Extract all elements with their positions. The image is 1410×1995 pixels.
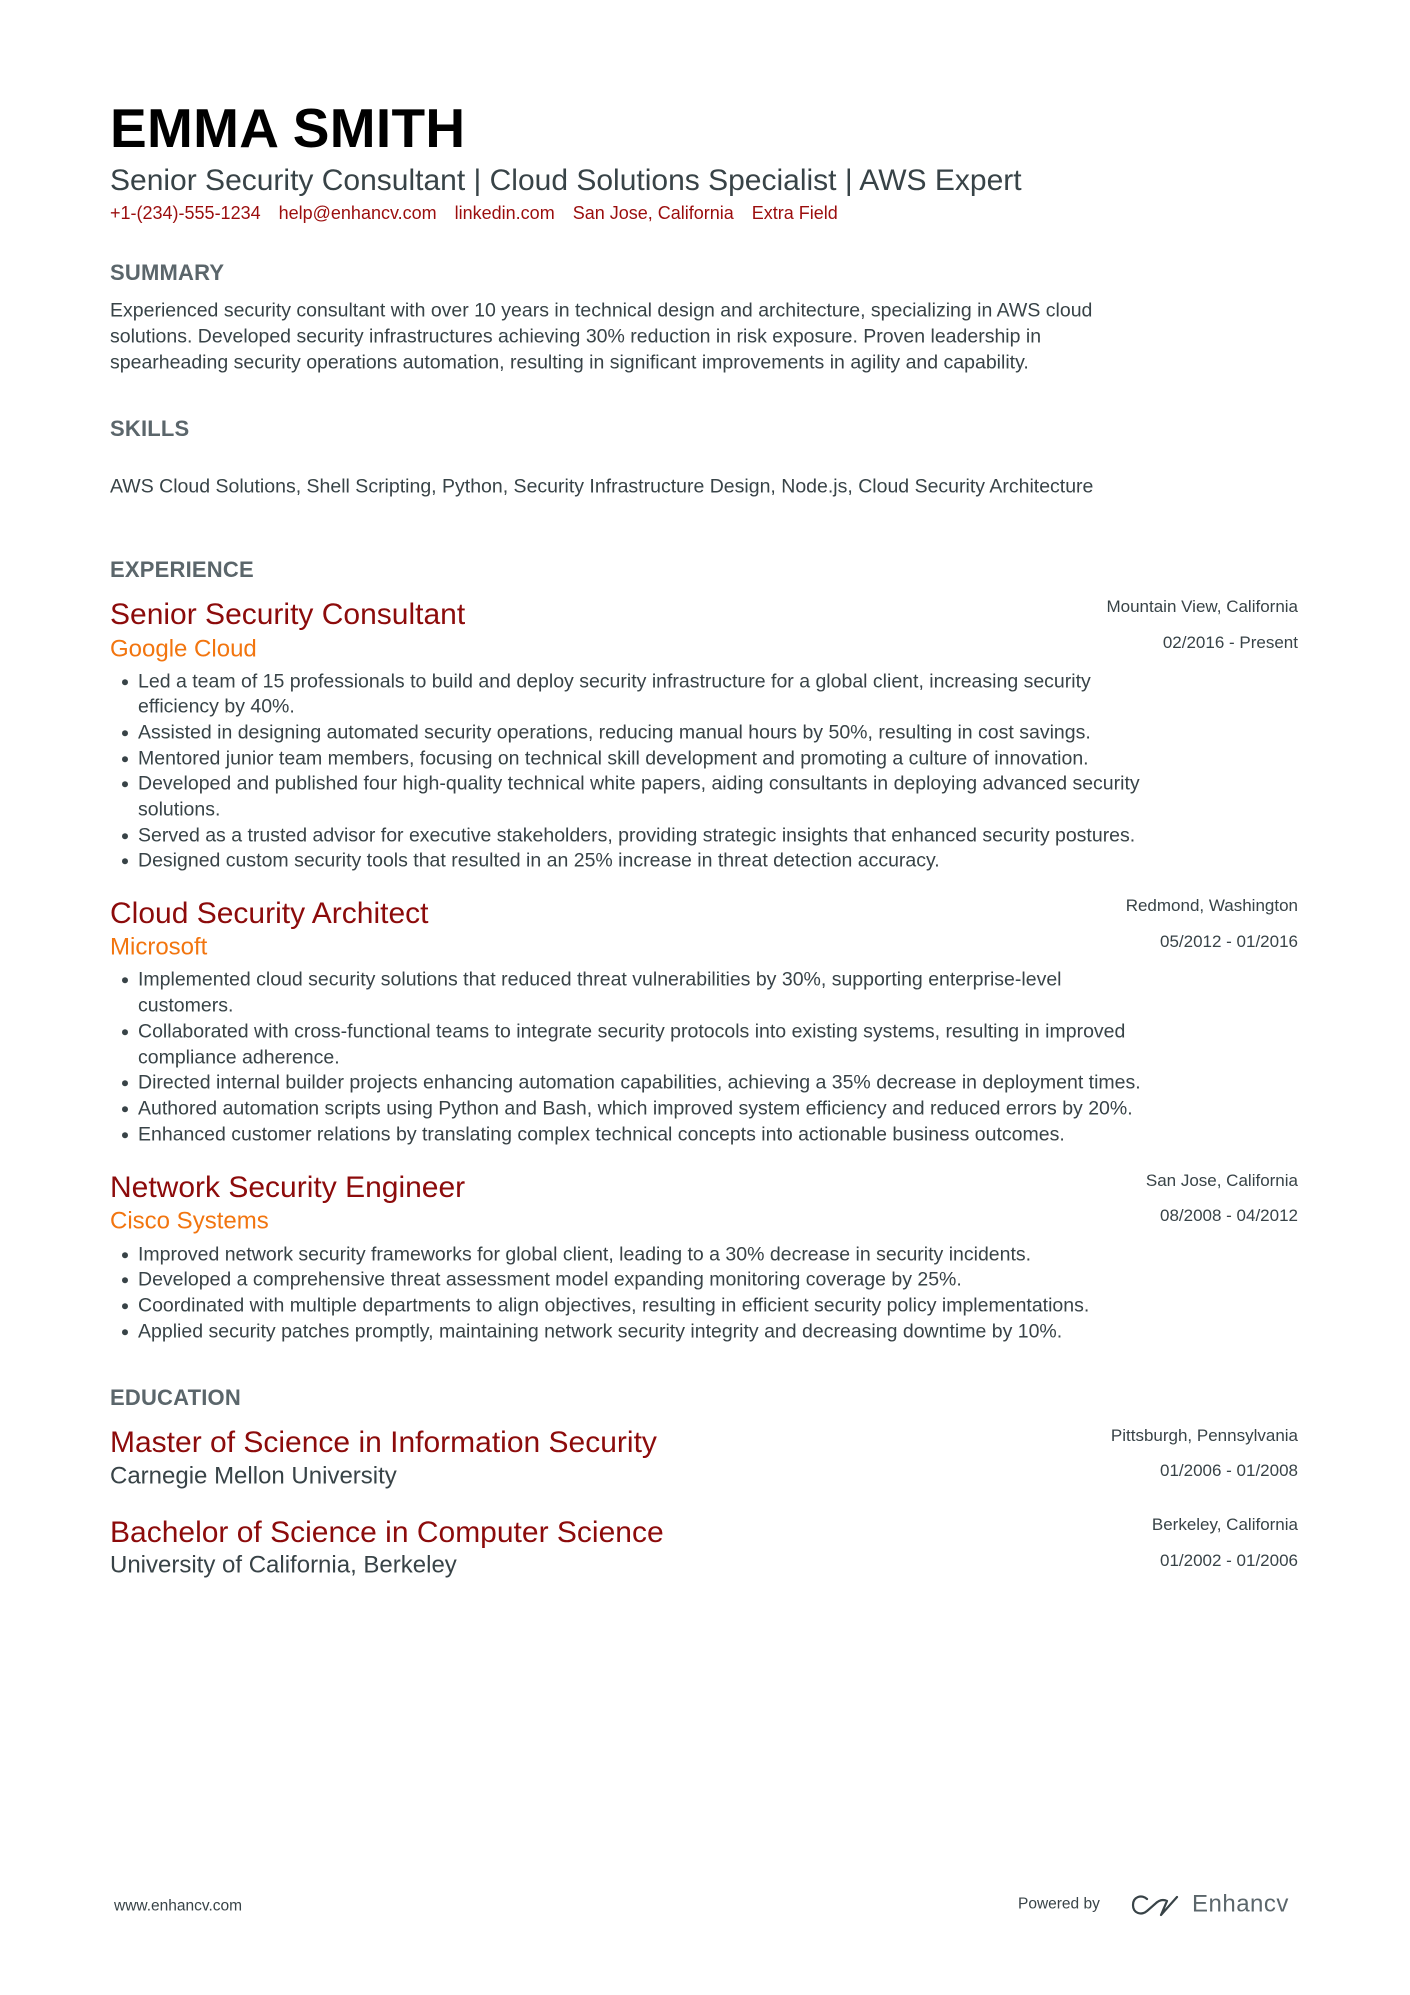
section-title-summary: SUMMARY: [110, 259, 225, 285]
contact-info: +1-(234)-555-1234 help@enhancv.com linke…: [110, 203, 838, 225]
bullet-icon: [122, 678, 128, 685]
job-title: Cloud Security Architect: [110, 897, 429, 930]
bullet-text: efficiency by 40%.: [138, 695, 295, 718]
section-title-skills: SKILLS: [110, 415, 190, 441]
bullet-text: Collaborated with cross-functional teams…: [138, 1020, 1126, 1043]
contact-extra: Extra Field: [751, 203, 838, 224]
bullet-text: Enhanced customer relations by translati…: [138, 1123, 1065, 1146]
bullet-text: Applied security patches promptly, maint…: [138, 1320, 1063, 1343]
education-dates: 01/2006 - 01/2008: [1159, 1460, 1298, 1480]
summary-line: Experienced security consultant with ove…: [110, 299, 1093, 322]
bullet-icon: [122, 1028, 128, 1035]
education-degree: Master of Science in Information Securit…: [110, 1426, 657, 1459]
bullet-item: Assisted in designing automated security…: [122, 721, 1091, 744]
section-title-experience: EXPERIENCE: [110, 556, 254, 582]
bullet-icon: [122, 832, 128, 839]
job-dates: 02/2016 - Present: [1162, 632, 1298, 652]
education-school: Carnegie Mellon University: [110, 1462, 397, 1490]
bullet-text: Served as a trusted advisor for executiv…: [138, 824, 1136, 847]
bullet-icon: [122, 780, 128, 787]
bullet-icon: [122, 1302, 128, 1309]
bullet-item-continuation: solutions.: [122, 798, 220, 821]
company-name: Microsoft: [110, 933, 208, 961]
job-dates: 05/2012 - 01/2016: [1159, 931, 1298, 951]
summary-line: solutions. Developed security infrastruc…: [110, 325, 1042, 348]
education-degree: Bachelor of Science in Computer Science: [110, 1516, 664, 1549]
summary-line: spearheading security operations automat…: [110, 351, 1029, 374]
bullet-item: Developed and published four high-qualit…: [122, 772, 1140, 795]
bullet-item: Served as a trusted advisor for executiv…: [122, 824, 1135, 847]
section-title-education: EDUCATION: [110, 1384, 241, 1410]
bullet-text: Authored automation scripts using Python…: [138, 1097, 1133, 1120]
bullet-item: Developed a comprehensive threat assessm…: [122, 1268, 962, 1291]
headline: Senior Security Consultant | Cloud Solut…: [110, 164, 1022, 197]
bullet-item: Authored automation scripts using Python…: [122, 1097, 1133, 1120]
contact-location: San Jose, California: [572, 203, 734, 224]
job-location: San Jose, California: [1145, 1170, 1298, 1190]
job-location: Redmond, Washington: [1125, 895, 1298, 915]
bullet-icon: [122, 755, 128, 762]
bullet-icon: [122, 1131, 128, 1138]
candidate-name: EMMA SMITH: [110, 97, 466, 159]
bullet-text: solutions.: [138, 798, 221, 821]
education-location: Pittsburgh, Pennsylvania: [1110, 1425, 1298, 1445]
bullet-item-continuation: customers.: [122, 994, 233, 1017]
bullet-item-continuation: efficiency by 40%.: [122, 695, 295, 718]
bullet-text: Directed internal builder projects enhan…: [138, 1071, 1141, 1094]
bullet-text: Designed custom security tools that resu…: [138, 849, 940, 872]
bullet-item: Collaborated with cross-functional teams…: [122, 1020, 1125, 1043]
bullet-item: Implemented cloud security solutions tha…: [122, 968, 1062, 991]
bullet-icon: [122, 729, 128, 736]
bullet-text: Developed and published four high-qualit…: [138, 772, 1140, 795]
contact-phone[interactable]: +1-(234)-555-1234: [110, 203, 261, 225]
enhancv-brand: Enhancv: [1192, 1890, 1289, 1918]
job-title: Network Security Engineer: [110, 1171, 466, 1204]
bullet-text: Assisted in designing automated security…: [138, 721, 1091, 744]
bullet-item: Mentored junior team members, focusing o…: [122, 747, 1089, 770]
bullet-item: Applied security patches promptly, maint…: [122, 1320, 1062, 1343]
powered-by-label: Powered by: [1018, 1895, 1100, 1913]
job-dates: 08/2008 - 04/2012: [1159, 1205, 1298, 1225]
skills-list: AWS Cloud Solutions, Shell Scripting, Py…: [110, 475, 1094, 498]
bullet-icon: [122, 1105, 128, 1112]
bullet-item-continuation: compliance adherence.: [122, 1046, 340, 1069]
bullet-item: Led a team of 15 professionals to build …: [122, 670, 1091, 693]
job-location: Mountain View, California: [1106, 596, 1298, 616]
bullet-icon: [122, 976, 128, 983]
bullet-item: Enhanced customer relations by translati…: [122, 1123, 1065, 1146]
bullet-text: customers.: [138, 994, 234, 1017]
contact-linkedin[interactable]: linkedin.com: [455, 203, 555, 225]
bullet-text: Coordinated with multiple departments to…: [138, 1294, 1090, 1317]
bullet-text: Developed a comprehensive threat assessm…: [138, 1268, 962, 1291]
bullet-icon: [122, 1328, 128, 1335]
bullet-item: Directed internal builder projects enhan…: [122, 1071, 1141, 1094]
bullet-item: Coordinated with multiple departments to…: [122, 1294, 1089, 1317]
bullet-text: Mentored junior team members, focusing o…: [138, 747, 1089, 770]
bullet-text: Improved network security frameworks for…: [138, 1243, 1032, 1266]
bullet-text: compliance adherence.: [138, 1046, 340, 1069]
bullet-icon: [122, 857, 128, 864]
enhancv-logo-icon: [1131, 1895, 1179, 1917]
company-name: Google Cloud: [110, 635, 257, 663]
education-location: Berkeley, California: [1151, 1514, 1298, 1534]
bullet-icon: [122, 1276, 128, 1283]
bullet-text: Implemented cloud security solutions tha…: [138, 968, 1062, 991]
contact-email[interactable]: help@enhancv.com: [279, 203, 437, 225]
footer-url-link[interactable]: www.enhancv.com: [114, 1898, 242, 1917]
bullet-icon: [122, 1251, 128, 1258]
bullet-item: Improved network security frameworks for…: [122, 1243, 1031, 1266]
education-school: University of California, Berkeley: [110, 1551, 457, 1579]
job-title: Senior Security Consultant: [110, 598, 466, 631]
education-dates: 01/2002 - 01/2006: [1159, 1550, 1298, 1570]
bullet-item: Designed custom security tools that resu…: [122, 849, 940, 872]
company-name: Cisco Systems: [110, 1207, 269, 1235]
bullet-icon: [122, 1079, 128, 1086]
bullet-text: Led a team of 15 professionals to build …: [138, 670, 1091, 693]
